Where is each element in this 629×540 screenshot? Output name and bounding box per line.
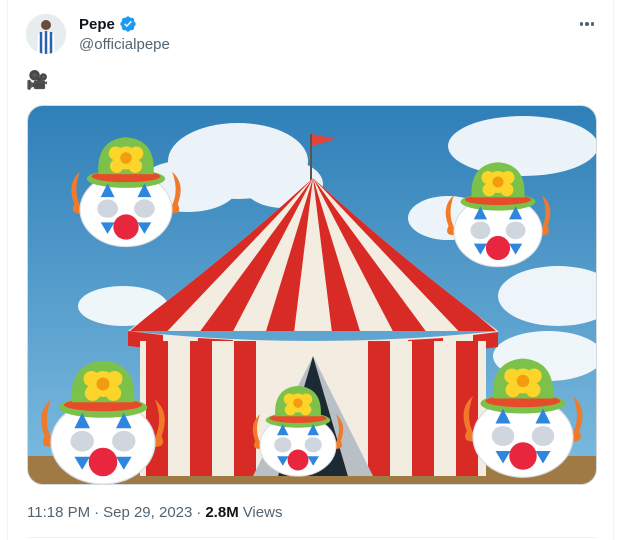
more-horizontal-icon [585,22,589,26]
tweet-text: 🎥 [26,70,49,90]
timeline-right-border [613,0,614,540]
player-avatar-icon [26,14,66,54]
more-horizontal-icon [579,22,584,26]
timeline-left-border [7,0,8,540]
circus-tent-image [28,106,596,484]
divider [27,537,597,538]
author-display-name[interactable]: Pepe [79,16,115,33]
views-count: 2.8M [205,504,239,521]
tweet-time[interactable]: 11:18 PM [27,504,90,521]
verified-badge-icon [120,16,136,32]
author-handle[interactable]: @officialpepe [79,36,170,53]
meta-separator: · [196,504,202,521]
author-name-row[interactable]: Pepe [79,15,137,33]
tweet-date[interactable]: Sep 29, 2023 [103,504,192,521]
tweet-media-image[interactable] [27,105,597,485]
tweet-metadata: 11:18 PM · Sep 29, 2023 · 2.8M Views [27,504,282,521]
more-horizontal-icon [590,22,595,26]
avatar[interactable] [26,14,66,54]
more-options-button[interactable] [576,14,598,34]
views-label: Views [242,504,283,521]
meta-separator: · [94,504,100,521]
